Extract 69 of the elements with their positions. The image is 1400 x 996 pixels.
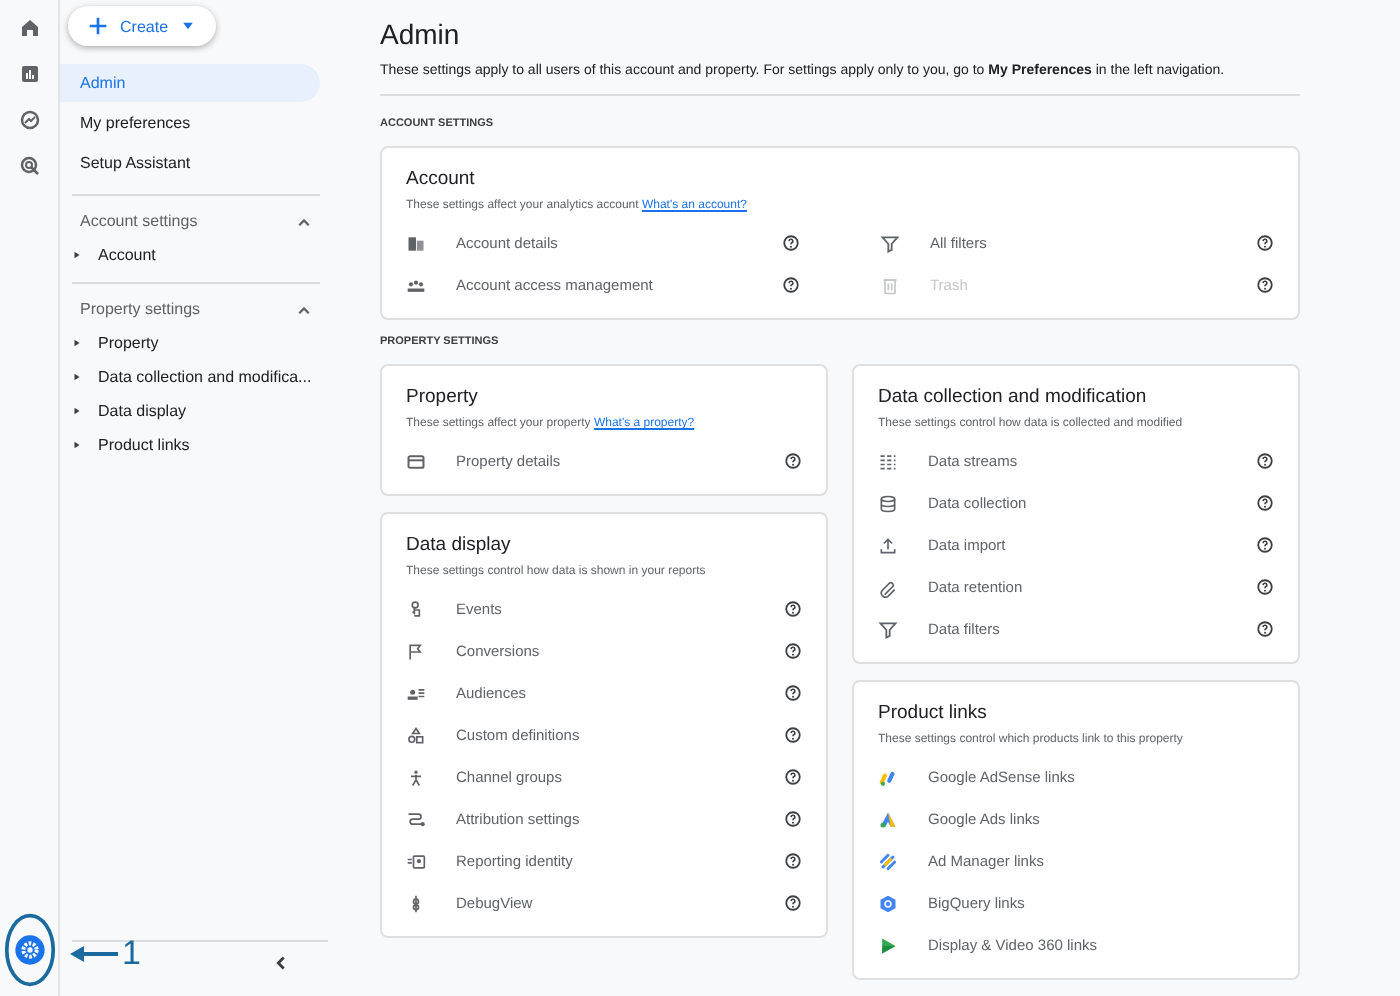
card-title: Product links: [878, 702, 989, 724]
window-icon: [406, 451, 426, 471]
help-icon[interactable]: [784, 600, 802, 618]
chevron-icon[interactable]: [296, 301, 312, 317]
callout-number: 1: [122, 936, 141, 972]
database-icon: [878, 493, 898, 513]
hexagon-logo-icon: [878, 893, 898, 913]
page-title: Admin: [380, 18, 462, 50]
nav-group-heading: Property settings: [80, 300, 201, 318]
bar-chart-icon[interactable]: [17, 62, 41, 86]
expand-triangle-icon[interactable]: [72, 440, 82, 450]
nav-item[interactable]: Property: [98, 334, 159, 352]
nav-item[interactable]: Product links: [98, 436, 190, 454]
triangle-logo-icon: [878, 809, 898, 829]
card-title: Data display: [406, 534, 513, 556]
nav-item[interactable]: My preferences: [60, 104, 320, 142]
target-cursor-icon[interactable]: [17, 154, 41, 178]
help-icon[interactable]: [784, 810, 802, 828]
collapse-chevron-icon[interactable]: [272, 954, 290, 972]
expand-triangle-icon[interactable]: [72, 406, 82, 416]
help-icon[interactable]: [784, 684, 802, 702]
create-button[interactable]: Create: [68, 6, 217, 46]
stick-figure-icon: [406, 767, 426, 787]
nav-item[interactable]: Data display: [98, 402, 187, 420]
help-icon[interactable]: [1256, 578, 1274, 596]
home-icon[interactable]: [17, 16, 41, 40]
trend-circle-icon[interactable]: [17, 108, 41, 132]
caret-icon: [180, 18, 197, 34]
flag-icon: [406, 641, 426, 661]
filter-icon: [878, 619, 898, 639]
expand-triangle-icon[interactable]: [72, 250, 82, 260]
settings-icon[interactable]: [13, 934, 45, 966]
stripes-logo-icon: [878, 851, 898, 871]
help-icon[interactable]: [782, 234, 800, 252]
expand-triangle-icon[interactable]: [72, 338, 82, 348]
nav-item[interactable]: Data collection and modifica...: [98, 368, 312, 386]
shapes-icon: [406, 725, 426, 745]
help-icon[interactable]: [784, 726, 802, 744]
expand-triangle-icon[interactable]: [72, 372, 82, 382]
help-icon[interactable]: [784, 768, 802, 786]
paperclip-icon: [878, 577, 898, 597]
help-icon[interactable]: [1256, 536, 1274, 554]
play-logo-icon: [878, 935, 898, 955]
nav-item[interactable]: Admin: [60, 64, 320, 102]
help-icon[interactable]: [1256, 494, 1274, 512]
card-title: Property: [406, 386, 480, 408]
id-card-icon: [406, 851, 426, 871]
help-icon[interactable]: [1256, 620, 1274, 638]
card-title: Data collection and modification: [878, 386, 1149, 408]
callout-ellipse: [3, 912, 55, 988]
help-icon[interactable]: [784, 642, 802, 660]
help-icon[interactable]: [784, 852, 802, 870]
person-list-icon: [406, 683, 426, 703]
upload-icon: [878, 535, 898, 555]
help-icon[interactable]: [784, 452, 802, 470]
nav-group-heading: Account settings: [80, 212, 198, 230]
help-icon[interactable]: [782, 276, 800, 294]
help-icon[interactable]: [1256, 234, 1274, 252]
help-icon[interactable]: [784, 894, 802, 912]
chevron-icon[interactable]: [296, 213, 312, 229]
help-icon[interactable]: [1256, 276, 1274, 294]
plus-icon: [88, 16, 108, 36]
arrow: [70, 944, 118, 964]
help-icon[interactable]: [1256, 452, 1274, 470]
route-icon: [406, 809, 426, 829]
nav-item[interactable]: Setup Assistant: [60, 144, 320, 182]
nav-item[interactable]: Account: [98, 246, 156, 264]
slanted-bars-logo-icon: [878, 767, 898, 787]
card-title: Account: [406, 168, 477, 190]
